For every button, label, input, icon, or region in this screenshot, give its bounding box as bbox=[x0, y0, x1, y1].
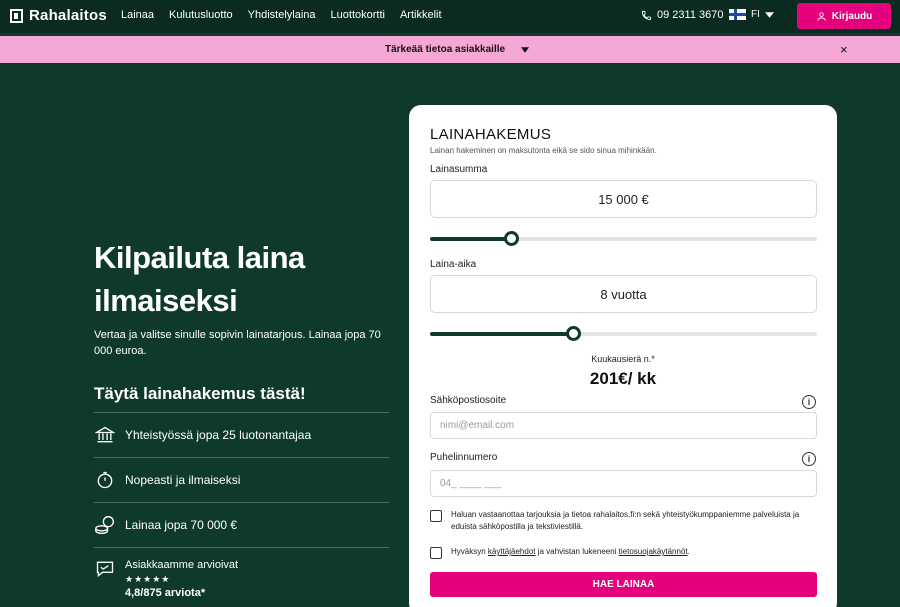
nav-links: Lainaa Kulutusluotto Yhdistelylaina Luot… bbox=[121, 9, 442, 21]
loan-amount-slider-handle[interactable] bbox=[503, 231, 519, 246]
terms-consent-checkbox[interactable] bbox=[430, 547, 442, 559]
terms-text-middle: ja vahvistan lukeneeni bbox=[535, 547, 619, 556]
feature-text: Nopeasti ja ilmaiseksi bbox=[125, 473, 241, 487]
hero-description: Vertaa ja valitse sinulle sopivin lainat… bbox=[94, 329, 381, 357]
loan-amount-slider-fill bbox=[430, 237, 512, 241]
bank-icon bbox=[94, 424, 116, 446]
hero-subtitle: Täytä lainahakemus tästä! bbox=[94, 384, 306, 403]
feature-item-rating: Asiakkaamme arvioivat ★★★★★ 4,8/875 arvi… bbox=[94, 547, 389, 607]
form-subtitle: Lainan hakeminen on maksutonta eikä se s… bbox=[430, 146, 657, 155]
loan-term-label: Laina-aika bbox=[430, 259, 477, 270]
caret-down-icon bbox=[521, 46, 530, 53]
notice-close-button[interactable]: × bbox=[840, 42, 848, 57]
monthly-payment-label: Kuukausierä n.* bbox=[591, 354, 655, 364]
user-icon bbox=[817, 11, 826, 21]
nav-link-lainaa[interactable]: Lainaa bbox=[121, 9, 154, 21]
brand-logo[interactable]: Rahalaitos bbox=[10, 7, 107, 24]
apply-loan-button[interactable]: HAE LAINAA bbox=[430, 572, 817, 597]
notice-text: Tärkeää tietoa asiakkaille bbox=[385, 44, 506, 55]
feature-text: Yhteistyössä jopa 25 luotonantajaa bbox=[125, 428, 312, 442]
privacy-link[interactable]: tietosuojakäytännöt bbox=[619, 547, 688, 556]
terms-consent-row: Hyväksyn käyttäjäehdot ja vahvistan luke… bbox=[430, 546, 820, 559]
loan-term-slider[interactable] bbox=[430, 326, 817, 341]
rating-stars: ★★★★★ bbox=[125, 574, 171, 584]
form-title: LAINAHAKEMUS bbox=[430, 126, 552, 143]
terms-text-after: . bbox=[687, 547, 690, 556]
phone-input[interactable] bbox=[430, 470, 817, 497]
notice-toggle[interactable]: Tärkeää tietoa asiakkaille bbox=[385, 44, 530, 55]
review-chat-icon bbox=[94, 558, 116, 580]
phone-label: Puhelinnumero bbox=[430, 452, 498, 463]
email-info-icon[interactable]: i bbox=[802, 395, 816, 409]
feature-item-amount: Lainaa jopa 70 000 € bbox=[94, 502, 389, 547]
language-code: FI bbox=[751, 9, 760, 20]
loan-amount-field[interactable]: 15 000 € bbox=[430, 180, 817, 218]
terms-link[interactable]: käyttäjäehdot bbox=[488, 547, 536, 556]
marketing-consent-row: Haluan vastaanottaa tarjouksia ja tietoa… bbox=[430, 509, 820, 533]
loan-term-field[interactable]: 8 vuotta bbox=[430, 275, 817, 313]
hero-title: Kilpailuta laina ilmaiseksi bbox=[94, 240, 305, 318]
loan-term-slider-fill bbox=[430, 332, 574, 336]
loan-amount-slider[interactable] bbox=[430, 231, 817, 246]
phone-number: 09 2311 3670 bbox=[657, 9, 724, 21]
feature-item-fast: Nopeasti ja ilmaiseksi bbox=[94, 457, 389, 502]
phone-icon bbox=[641, 10, 652, 20]
rating-score: 4,8/875 arviota* bbox=[125, 587, 206, 599]
nav-link-artikkelit[interactable]: Artikkelit bbox=[400, 9, 442, 21]
loan-term-slider-handle[interactable] bbox=[565, 326, 581, 341]
terms-text-before: Hyväksyn bbox=[451, 547, 488, 556]
terms-consent-text: Hyväksyn käyttäjäehdot ja vahvistan luke… bbox=[451, 546, 690, 559]
login-button[interactable]: Kirjaudu bbox=[797, 3, 891, 29]
marketing-consent-checkbox[interactable] bbox=[430, 510, 442, 522]
nav-link-yhdistelylaina[interactable]: Yhdistelylaina bbox=[248, 9, 316, 21]
brand-name: Rahalaitos bbox=[29, 7, 107, 24]
chevron-down-icon bbox=[764, 11, 774, 18]
stopwatch-icon bbox=[94, 469, 116, 491]
notice-bar: Tärkeää tietoa asiakkaille × bbox=[0, 36, 900, 63]
email-input[interactable] bbox=[430, 412, 817, 439]
loan-application-card: LAINAHAKEMUS Lainan hakeminen on maksuto… bbox=[409, 105, 837, 607]
phone-info-icon[interactable]: i bbox=[802, 452, 816, 466]
monthly-payment-value: 201€/ kk bbox=[589, 369, 657, 388]
feature-text: Lainaa jopa 70 000 € bbox=[125, 518, 238, 532]
finland-flag-icon bbox=[729, 9, 746, 20]
language-selector[interactable]: FI bbox=[729, 9, 774, 20]
coins-icon bbox=[94, 514, 116, 536]
phone-link[interactable]: 09 2311 3670 bbox=[641, 9, 723, 21]
rating-label: Asiakkaamme arvioivat bbox=[125, 559, 239, 571]
marketing-consent-text: Haluan vastaanottaa tarjouksia ja tietoa… bbox=[451, 510, 800, 531]
logo-mark-icon bbox=[10, 8, 23, 23]
feature-list: Yhteistyössä jopa 25 luotonantajaa Nopea… bbox=[94, 412, 389, 607]
email-label: Sähköpostiosoite bbox=[430, 395, 507, 406]
top-navigation: Rahalaitos Lainaa Kulutusluotto Yhdistel… bbox=[0, 0, 900, 33]
nav-link-luottokortti[interactable]: Luottokortti bbox=[331, 9, 385, 21]
feature-item-lenders: Yhteistyössä jopa 25 luotonantajaa bbox=[94, 412, 389, 457]
login-label: Kirjaudu bbox=[831, 10, 873, 22]
nav-link-kulutusluotto[interactable]: Kulutusluotto bbox=[169, 9, 233, 21]
loan-amount-label: Lainasumma bbox=[430, 164, 488, 175]
